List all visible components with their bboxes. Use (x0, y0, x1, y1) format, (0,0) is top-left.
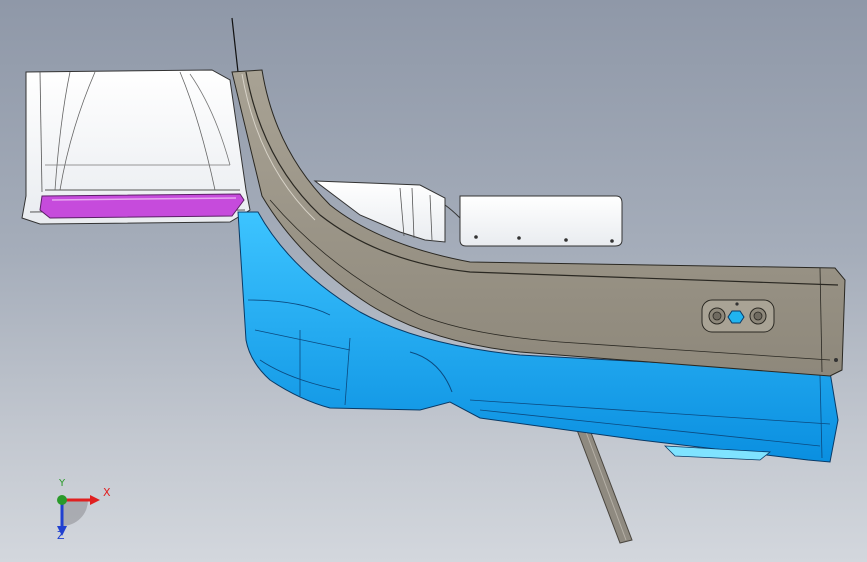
magenta-strip[interactable] (39, 193, 245, 219)
coordinate-triad: X Y Z (40, 478, 120, 548)
axis-label-y: Y (59, 478, 66, 489)
y-axis-dot (57, 495, 67, 505)
control-panel[interactable] (701, 299, 775, 333)
cad-viewport[interactable]: X Y Z (0, 0, 867, 562)
mast-line (231, 17, 239, 73)
triad-shadow (62, 500, 88, 526)
axis-label-x: X (103, 486, 111, 499)
model-view[interactable] (0, 0, 867, 562)
axis-label-z: Z (57, 529, 65, 542)
gray-strut[interactable] (576, 429, 633, 544)
knob-icon[interactable] (708, 307, 726, 325)
knob-icon[interactable] (749, 307, 767, 325)
white-bracket[interactable] (459, 195, 623, 247)
